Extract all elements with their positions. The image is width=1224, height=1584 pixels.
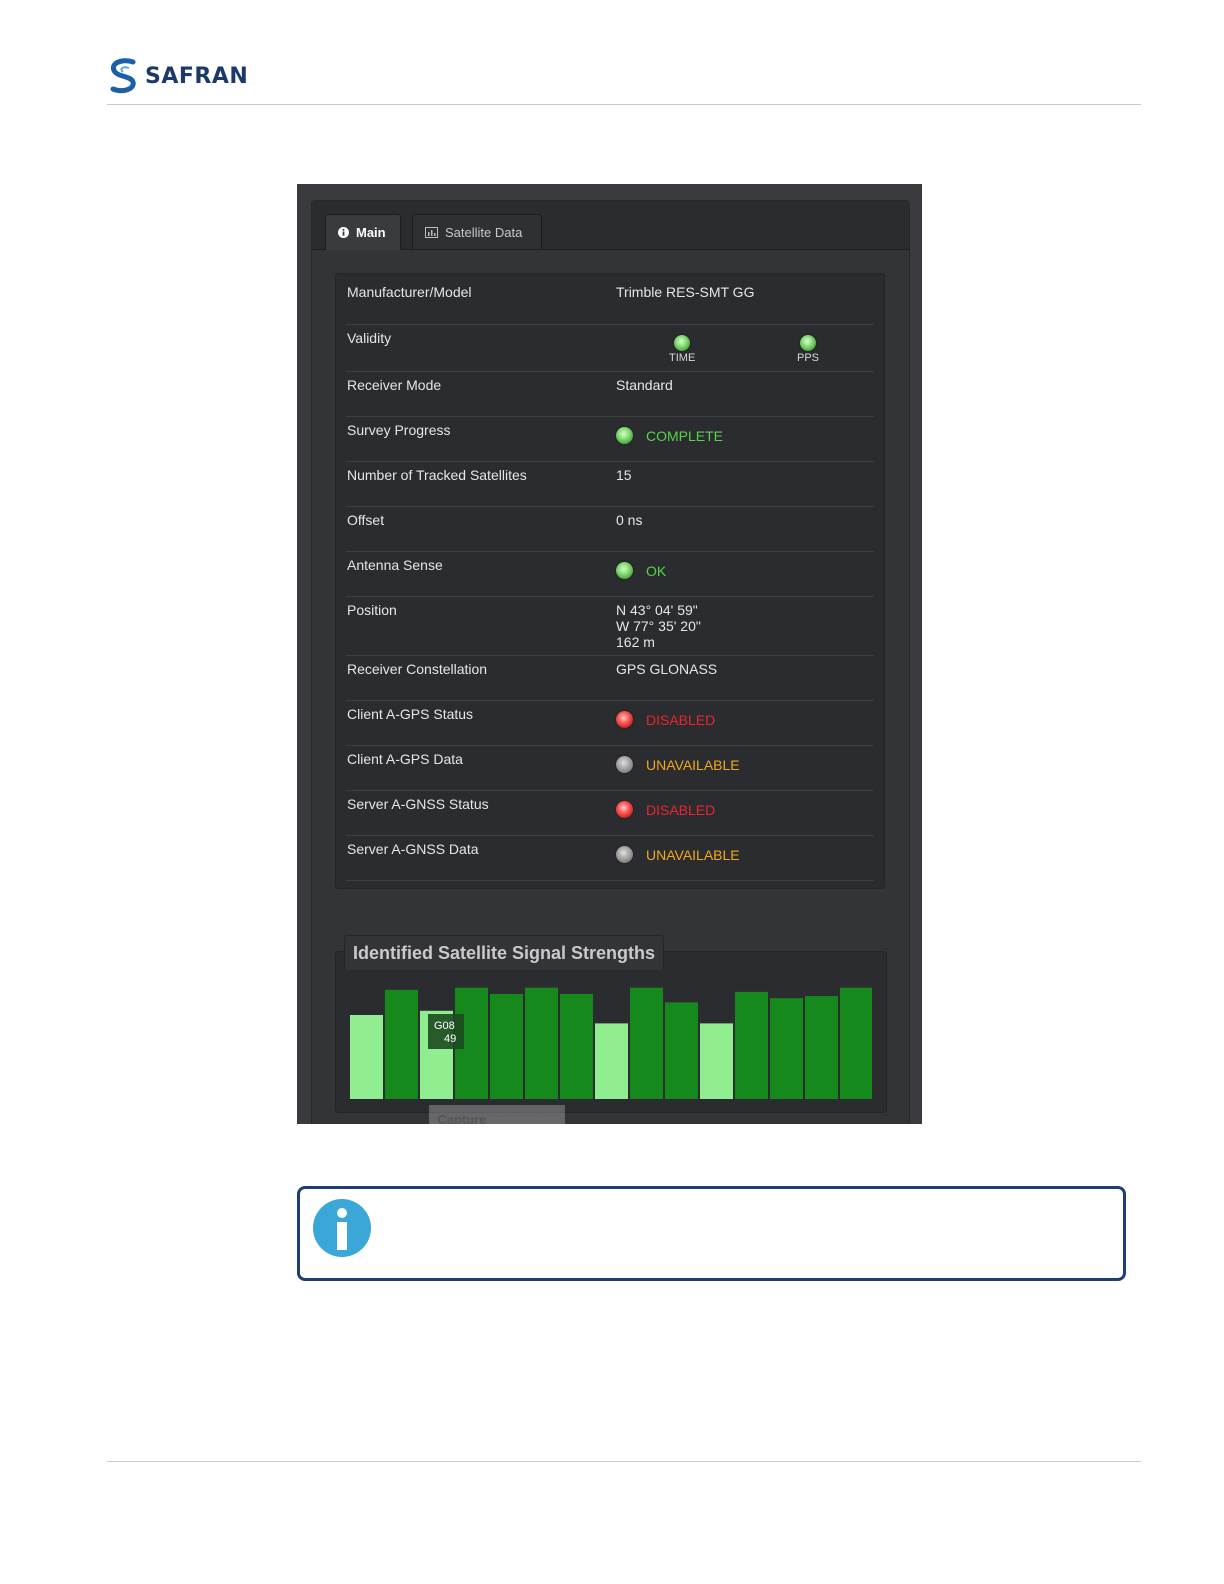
signal-bar[interactable] [805, 996, 838, 1099]
safran-logo-icon [110, 58, 136, 94]
tooltip-satellite-id: G08 [434, 1020, 455, 1032]
position-longitude: W 77° 35' 20" [616, 618, 701, 634]
survey-progress-label: Survey Progress [347, 422, 451, 438]
pps-led-icon [800, 335, 816, 351]
offset-label: Offset [347, 512, 385, 528]
capture-label-bold: Capture [437, 1111, 487, 1125]
client-agps-data-status: UNAVAILABLE [616, 756, 740, 773]
server-agnss-data-label: Server A-GNSS Data [347, 841, 479, 857]
row-position: Position N 43° 04' 59" W 77° 35' 20" 162… [346, 597, 874, 656]
survey-status: COMPLETE [616, 427, 723, 444]
row-receiver-mode: Receiver Mode Standard [346, 372, 874, 417]
signal-bar[interactable] [840, 987, 872, 1099]
client-agps-status-label: Client A-GPS Status [347, 706, 474, 722]
position-altitude: 162 m [616, 634, 655, 650]
tab-satellite-data-label: Satellite Data [445, 224, 523, 240]
row-constellation: Receiver Constellation GPS GLONASS [346, 656, 874, 701]
constellation-value: GPS GLONASS [616, 661, 718, 677]
info-note-box [297, 1186, 1126, 1281]
client-agps-data-led-icon [616, 756, 633, 773]
signal-bar[interactable] [385, 989, 418, 1099]
pps-indicator: PPS [797, 335, 819, 364]
row-server-agnss-data: Server A-GNSS Data UNAVAILABLE [346, 836, 874, 881]
tab-bar: Main Satellite Data [312, 201, 909, 250]
position-value: N 43° 04' 59" W 77° 35' 20" 162 m [616, 602, 701, 650]
tab-satellite-data[interactable]: Satellite Data [412, 214, 542, 249]
manufacturer-label: Manufacturer/Model [347, 284, 472, 300]
server-agnss-status: DISABLED [616, 801, 715, 818]
logo-text: SAFRAN [145, 63, 249, 89]
client-agps-status-led-icon [616, 711, 633, 728]
document-footer-line [107, 1461, 1141, 1462]
tooltip-signal-value: 49 [444, 1033, 456, 1045]
signal-bar[interactable] [700, 1023, 733, 1099]
server-agnss-status-label: Server A-GNSS Status [347, 796, 489, 812]
row-client-agps-status: Client A-GPS Status DISABLED [346, 701, 874, 746]
bar-tooltip: G0849 [428, 1014, 464, 1049]
tab-main[interactable]: Main [325, 214, 401, 250]
tracked-satellites-label: Number of Tracked Satellites [347, 467, 527, 483]
row-antenna-sense: Antenna Sense OK [346, 552, 874, 597]
signal-bar[interactable] [735, 991, 768, 1099]
time-led-icon [674, 335, 691, 351]
antenna-status-text: OK [646, 562, 667, 579]
signal-bar[interactable] [595, 1023, 628, 1099]
screenshot-panel: Main Satellite Data Manufacturer/Model T… [297, 184, 922, 1124]
signal-bar[interactable] [350, 1015, 383, 1099]
server-agnss-data-status: UNAVAILABLE [616, 846, 740, 863]
chart-icon [425, 226, 438, 238]
signal-bar[interactable] [490, 994, 523, 1099]
chart-title: Identified Satellite Signal Strengths [344, 935, 665, 970]
row-offset: Offset 0 ns [346, 507, 874, 552]
antenna-led-icon [616, 562, 633, 579]
signal-bar[interactable] [770, 998, 803, 1099]
info-icon [313, 1199, 371, 1257]
receiver-mode-value: Standard [616, 377, 673, 393]
antenna-status: OK [616, 562, 666, 579]
row-manufacturer: Manufacturer/Model Trimble RES-SMT GG [346, 279, 874, 325]
validity-label: Validity [347, 330, 392, 346]
signal-bar[interactable] [665, 1002, 698, 1099]
server-agnss-data-led-icon [616, 846, 633, 863]
server-agnss-data-text: UNAVAILABLE [646, 846, 740, 863]
signal-strength-chart: G0849 [350, 987, 872, 1099]
antenna-sense-label: Antenna Sense [347, 557, 443, 573]
server-agnss-status-text: DISABLED [646, 801, 716, 818]
constellation-label: Receiver Constellation [347, 661, 488, 677]
signal-bar[interactable] [560, 994, 593, 1099]
row-server-agnss-status: Server A-GNSS Status DISABLED [346, 791, 874, 836]
row-tracked-satellites: Number of Tracked Satellites 15 [346, 462, 874, 507]
capture-label-rest: screenshot. [489, 1111, 557, 1125]
safran-logo: SAFRAN [107, 58, 248, 94]
receiver-mode-label: Receiver Mode [347, 377, 442, 393]
receiver-status-table: Manufacturer/Model Trimble RES-SMT GG Va… [335, 273, 885, 889]
row-validity: Validity TIME PPS [346, 325, 874, 372]
pps-led-label: PPS [797, 352, 820, 364]
row-survey-progress: Survey Progress COMPLETE [346, 417, 874, 462]
survey-status-text: COMPLETE [646, 427, 724, 444]
client-agps-status: DISABLED [616, 711, 715, 728]
client-agps-data-label: Client A-GPS Data [347, 751, 463, 767]
survey-led-icon [616, 427, 633, 444]
client-agps-data-text: UNAVAILABLE [646, 756, 740, 773]
document-header: SAFRAN [107, 58, 1141, 105]
tab-main-label: Main [356, 225, 386, 240]
manufacturer-value: Trimble RES-SMT GG [616, 284, 755, 300]
offset-value: 0 ns [616, 512, 643, 528]
signal-bar[interactable] [630, 987, 663, 1099]
client-agps-status-text: DISABLED [646, 711, 716, 728]
server-agnss-status-led-icon [616, 801, 633, 818]
capture-screenshot-button[interactable]: Capture screenshot. [429, 1105, 565, 1124]
gnss-receiver-window: Main Satellite Data Manufacturer/Model T… [311, 200, 910, 1124]
time-indicator: TIME [669, 335, 695, 364]
time-led-label: TIME [669, 352, 696, 364]
position-latitude: N 43° 04' 59" [616, 602, 698, 618]
position-label: Position [347, 602, 397, 618]
row-client-agps-data: Client A-GPS Data UNAVAILABLE [346, 746, 874, 791]
info-icon [338, 227, 349, 238]
signal-bar[interactable] [525, 987, 558, 1099]
tracked-satellites-value: 15 [616, 467, 632, 483]
